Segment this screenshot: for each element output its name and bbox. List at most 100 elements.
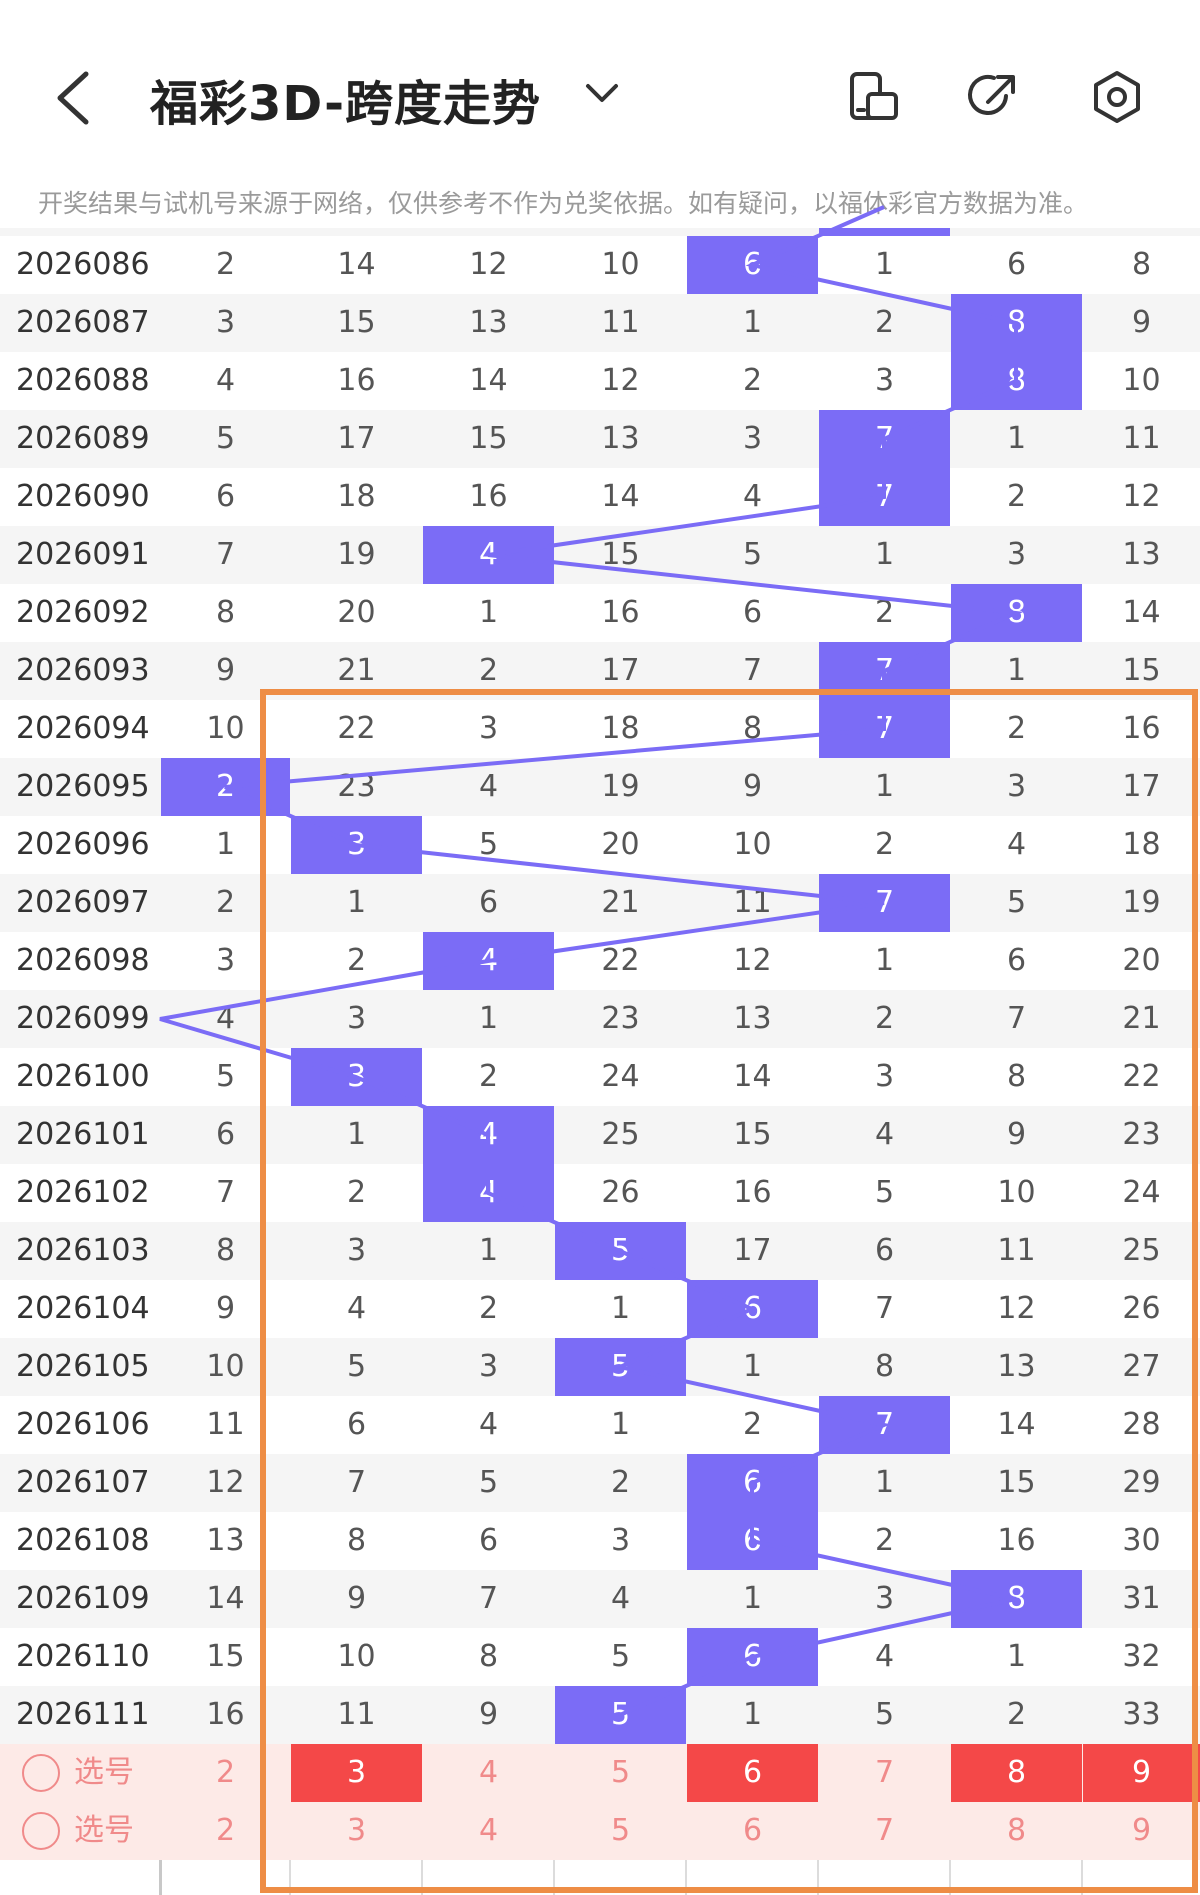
span-omission-cell: 5 [215, 1059, 236, 1094]
table-row: 2026093 9 21 2 17 7 7 1 15 [0, 642, 1200, 700]
span-omission-cell: 11 [1122, 421, 1161, 456]
select-cell[interactable]: 7 [819, 1744, 950, 1802]
select-cell-selected[interactable]: 9 [1083, 1744, 1200, 1802]
span-omission-cell: 15 [733, 1117, 772, 1152]
span-omission-cell: 2 [742, 363, 763, 398]
select-cell-selected[interactable]: 3 [291, 1744, 422, 1802]
span-omission-cell: 20 [601, 827, 640, 862]
span-omission-cell: 8 [478, 1639, 499, 1674]
span-omission-cell: 11 [206, 1407, 245, 1442]
span-omission-cell: 2 [874, 1001, 895, 1036]
select-radio[interactable] [22, 1754, 60, 1792]
span-omission-cell: 33 [1122, 1697, 1161, 1732]
settings-icon[interactable] [1090, 70, 1144, 124]
select-cell[interactable]: 8 [951, 1802, 1082, 1860]
phone-orientation-icon[interactable] [846, 70, 900, 124]
span-omission-cell: 18 [1122, 827, 1161, 862]
span-omission-cell: 10 [206, 711, 245, 746]
span-omission-cell: 1 [478, 595, 499, 630]
span-omission-cell: 3 [478, 1349, 499, 1384]
span-omission-cell: 21 [601, 885, 640, 920]
select-cell[interactable]: 6 [687, 1802, 818, 1860]
span-omission-cell: 5 [951, 228, 1082, 236]
span-omission-cell: 11 [423, 228, 554, 236]
select-cell-selected[interactable]: 8 [951, 1744, 1082, 1802]
span-omission-cell: 1 [610, 1407, 631, 1442]
span-omission-cell: 15 [1122, 653, 1161, 688]
span-omission-cell: 13 [291, 228, 422, 236]
select-cell[interactable]: 7 [819, 1802, 950, 1860]
table-row: 2026102 7 2 4 26 16 5 10 24 [0, 1164, 1200, 1222]
span-omission-cell: 6 [742, 595, 763, 630]
table-row: 2026094 10 22 3 18 8 7 2 16 [0, 700, 1200, 758]
span-omission-cell: 1 [742, 305, 763, 340]
share-icon[interactable] [966, 70, 1020, 124]
span-omission-cell: 6 [346, 1407, 367, 1442]
issue-number: 2026092 [16, 595, 150, 630]
span-hit-cell: 7 [819, 468, 950, 526]
select-cell-selected[interactable]: 6 [687, 1744, 818, 1802]
span-omission-cell: 2 [346, 943, 367, 978]
span-hit-cell: 5 [555, 1338, 686, 1396]
issue-number: 2026100 [16, 1059, 150, 1094]
table-row: 2026097 2 1 6 21 11 7 5 19 [0, 874, 1200, 932]
span-omission-cell: 3 [215, 305, 236, 340]
chevron-down-icon[interactable] [584, 80, 620, 106]
select-cell[interactable]: 9 [1083, 1802, 1200, 1860]
span-omission-cell: 4 [874, 1639, 895, 1674]
select-cell[interactable]: 2 [161, 1802, 290, 1860]
span-omission-cell: 15 [997, 1465, 1036, 1500]
select-cell[interactable]: 4 [423, 1744, 554, 1802]
table-row: 2026096 1 3 5 20 10 2 4 18 [0, 816, 1200, 874]
span-omission-cell: 10 [733, 827, 772, 862]
select-cell[interactable]: 2 [161, 1744, 290, 1802]
span-omission-cell: 13 [601, 421, 640, 456]
select-cell[interactable]: 3 [291, 1802, 422, 1860]
span-omission-cell: 10 [601, 247, 640, 282]
span-omission-cell: 15 [337, 305, 376, 340]
span-omission-cell: 7 [478, 1581, 499, 1616]
span-omission-cell: 3 [478, 711, 499, 746]
select-cell[interactable]: 5 [555, 1744, 686, 1802]
span-omission-cell: 23 [337, 769, 376, 804]
span-omission-cell: 14 [601, 479, 640, 514]
span-omission-cell: 8 [742, 711, 763, 746]
span-omission-cell: 3 [610, 1523, 631, 1558]
table-row: 2026108 13 8 6 3 6 2 16 30 [0, 1512, 1200, 1570]
app-header: 福彩3D-跨度走势 [0, 0, 1200, 190]
span-omission-cell: 9 [742, 769, 763, 804]
span-omission-cell: 2 [478, 1291, 499, 1326]
span-omission-cell: 1 [742, 1349, 763, 1384]
span-omission-cell: 6 [215, 1117, 236, 1152]
span-omission-cell: 22 [1122, 1059, 1161, 1094]
span-omission-cell: 6 [215, 479, 236, 514]
select-cell[interactable]: 5 [555, 1802, 686, 1860]
span-omission-cell: 2 [742, 1407, 763, 1442]
span-omission-cell: 12 [997, 1291, 1036, 1326]
span-omission-cell: 5 [742, 537, 763, 572]
issue-number: 2026085 [0, 228, 160, 236]
span-omission-cell: 14 [337, 247, 376, 282]
span-omission-cell: 18 [337, 479, 376, 514]
back-arrow-icon[interactable] [52, 70, 96, 126]
span-omission-cell: 19 [337, 537, 376, 572]
span-omission-cell: 17 [733, 1233, 772, 1268]
issue-number: 2026103 [16, 1233, 150, 1268]
span-omission-cell: 4 [610, 1581, 631, 1616]
span-omission-cell: 3 [874, 363, 895, 398]
select-radio[interactable] [22, 1812, 60, 1850]
table-row: 2026095 2 23 4 19 9 1 3 17 [0, 758, 1200, 816]
select-cell[interactable]: 4 [423, 1802, 554, 1860]
span-omission-cell: 5 [874, 1697, 895, 1732]
span-omission-cell: 31 [1122, 1581, 1161, 1616]
span-omission-cell: 1 [874, 1465, 895, 1500]
span-omission-cell: 1 [874, 769, 895, 804]
span-hit-cell: 7 [819, 410, 950, 468]
span-omission-cell: 14 [1122, 595, 1161, 630]
page-title[interactable]: 福彩3D-跨度走势 [150, 64, 541, 134]
span-omission-cell: 21 [337, 653, 376, 688]
span-omission-cell: 11 [733, 885, 772, 920]
span-omission-cell: 7 [742, 653, 763, 688]
span-omission-cell: 12 [206, 1465, 245, 1500]
table-row: 2026100 5 3 2 24 14 3 8 22 [0, 1048, 1200, 1106]
